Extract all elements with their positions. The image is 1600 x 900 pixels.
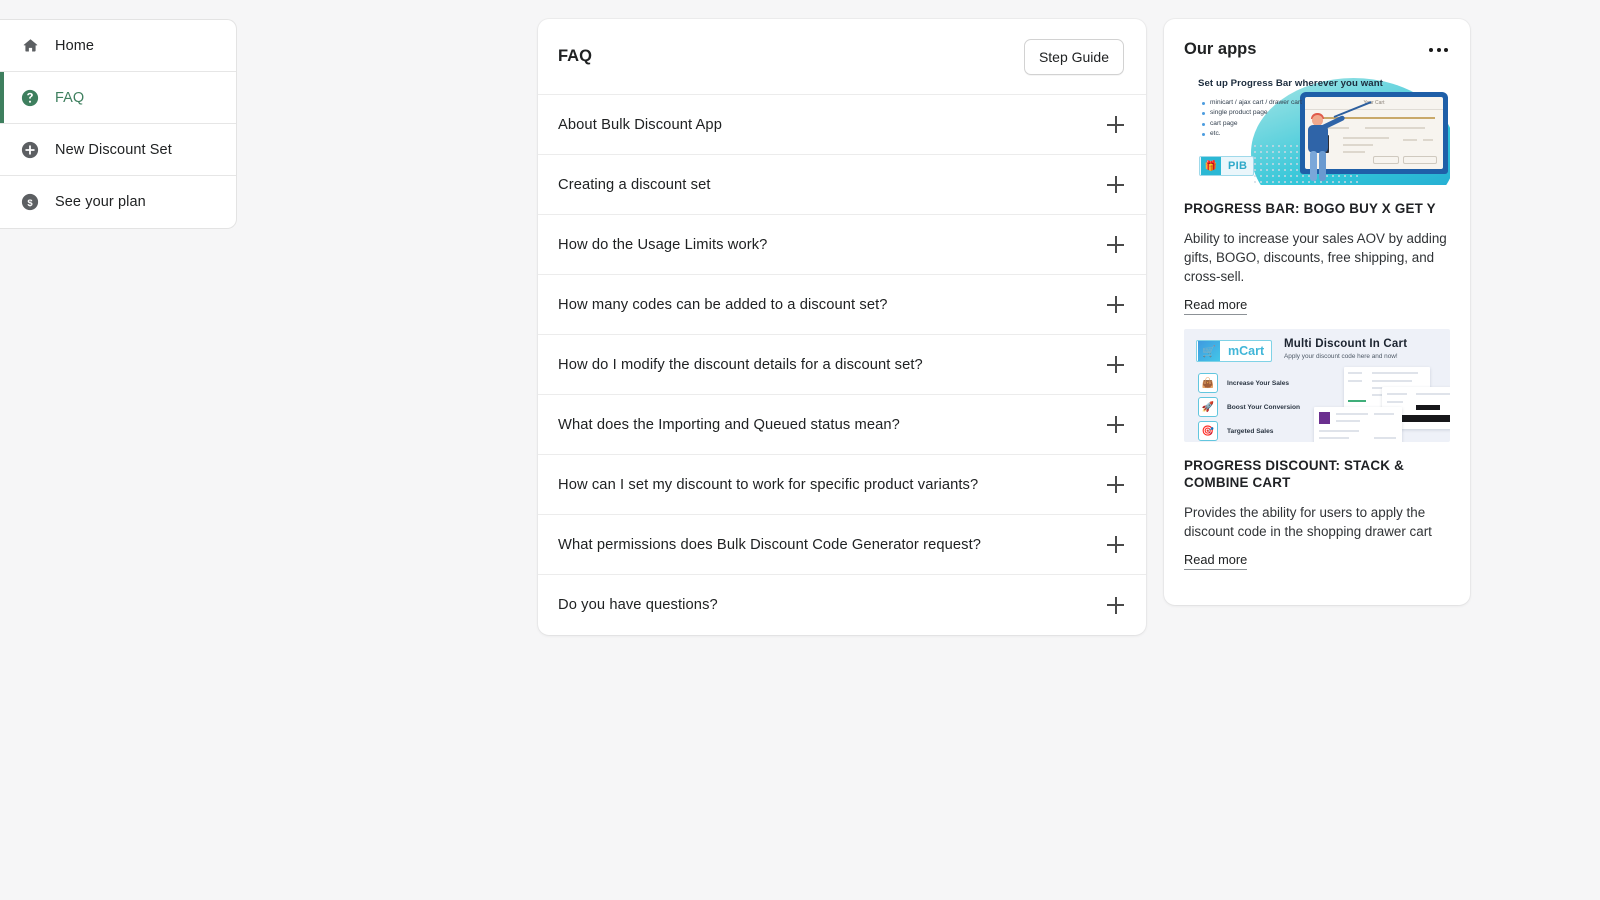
sidebar-item-label: FAQ (55, 90, 84, 106)
sidebar-item-see-your-plan[interactable]: $ See your plan (0, 176, 236, 228)
plus-icon[interactable] (1107, 597, 1124, 614)
cart-icon: 🛒 (1198, 341, 1220, 361)
target-icon: 🎯 (1198, 421, 1218, 441)
active-accent-bar (0, 20, 4, 71)
banner-feature-label: Boost Your Conversion (1227, 404, 1300, 411)
sidebar-item-new-discount-set[interactable]: New Discount Set (0, 124, 236, 176)
faq-accordion-item[interactable]: How many codes can be added to a discoun… (538, 275, 1146, 335)
banner-feature-label: Targeted Sales (1227, 428, 1273, 435)
dot (1429, 48, 1433, 52)
faq-accordion-item[interactable]: How can I set my discount to work for sp… (538, 455, 1146, 515)
ellipsis-horizontal-icon[interactable] (1427, 42, 1450, 58)
banner-bullet: minicart / ajax cart / drawer cart (1202, 98, 1302, 108)
step-guide-button[interactable]: Step Guide (1024, 39, 1124, 75)
plus-icon[interactable] (1107, 476, 1124, 493)
faq-question-label: What permissions does Bulk Discount Code… (558, 537, 981, 553)
home-icon (21, 37, 39, 55)
sidebar-item-label: New Discount Set (55, 142, 172, 158)
active-accent-bar (0, 176, 4, 228)
plus-icon[interactable] (1107, 536, 1124, 553)
laptop-screen-label: Your Cart (1305, 97, 1443, 110)
sidebar-item-faq[interactable]: FAQ (0, 72, 236, 124)
faq-card-header: FAQ Step Guide (538, 19, 1146, 95)
faq-question-label: Do you have questions? (558, 597, 718, 613)
banner-heading: Multi Discount In Cart (1284, 338, 1407, 350)
banner-bullet-list: minicart / ajax cart / drawer cart singl… (1202, 98, 1302, 140)
document-mockup (1314, 407, 1402, 442)
app-item-progress-discount: 🛒 mCart Multi Discount In Cart Apply you… (1164, 329, 1470, 570)
banner-bullet: etc. (1202, 129, 1302, 139)
sidebar-item-home[interactable]: Home (0, 20, 236, 72)
banner-bullet: single product page (1202, 108, 1302, 118)
app-title: PROGRESS BAR: BOGO BUY X GET Y (1184, 200, 1450, 217)
faq-question-label: How do the Usage Limits work? (558, 237, 767, 253)
banner-bullet: cart page (1202, 119, 1302, 129)
read-more-link[interactable]: Read more (1184, 552, 1247, 570)
faq-question-label: About Bulk Discount App (558, 117, 722, 133)
question-circle-icon (21, 89, 39, 107)
dollar-circle-icon: $ (21, 193, 39, 211)
app-description: Provides the ability for users to apply … (1184, 503, 1450, 541)
faq-question-label: How do I modify the discount details for… (558, 357, 923, 373)
sidebar-item-label: Home (55, 38, 94, 54)
app-page: Home FAQ New Discount Set (0, 0, 1600, 900)
dot (1444, 48, 1448, 52)
active-accent-bar (0, 72, 4, 123)
our-apps-card: Our apps Your Cart (1164, 19, 1470, 605)
faq-question-label: How many codes can be added to a discoun… (558, 297, 888, 313)
plus-icon[interactable] (1107, 236, 1124, 253)
faq-card: FAQ Step Guide About Bulk Discount App C… (538, 19, 1146, 635)
dot (1437, 48, 1441, 52)
app-banner-image[interactable]: 🛒 mCart Multi Discount In Cart Apply you… (1184, 329, 1450, 442)
plus-icon[interactable] (1107, 416, 1124, 433)
faq-accordion-item[interactable]: About Bulk Discount App (538, 95, 1146, 155)
gift-icon: 🎁 (1201, 157, 1221, 175)
plus-icon[interactable] (1107, 176, 1124, 193)
pib-badge-label: PIB (1222, 160, 1253, 172)
sidebar-nav: Home FAQ New Discount Set (0, 19, 237, 229)
banner-feature-row: 👜 Increase Your Sales (1198, 373, 1289, 393)
mcart-badge: 🛒 mCart (1196, 340, 1272, 362)
app-banner-image[interactable]: Your Cart (1184, 72, 1450, 185)
page-title: FAQ (558, 47, 592, 66)
plus-circle-icon (21, 141, 39, 159)
app-title: PROGRESS DISCOUNT: STACK & COMBINE CART (1184, 457, 1450, 491)
banner-feature-row: 🎯 Targeted Sales (1198, 421, 1273, 441)
faq-accordion-item[interactable]: Creating a discount set (538, 155, 1146, 215)
person-illustration (1302, 113, 1342, 185)
banner-feature-label: Increase Your Sales (1227, 380, 1289, 387)
faq-question-label: Creating a discount set (558, 177, 711, 193)
faq-accordion-item[interactable]: What permissions does Bulk Discount Code… (538, 515, 1146, 575)
our-apps-header: Our apps (1164, 19, 1470, 59)
banner-heading: Set up Progress Bar wherever you want (1198, 78, 1383, 89)
plus-icon[interactable] (1107, 116, 1124, 133)
banner-feature-row: 🚀 Boost Your Conversion (1198, 397, 1300, 417)
faq-accordion-item[interactable]: How do the Usage Limits work? (538, 215, 1146, 275)
app-item-progress-bar: Your Cart (1164, 72, 1470, 315)
faq-accordion-item[interactable]: How do I modify the discount details for… (538, 335, 1146, 395)
plus-icon[interactable] (1107, 356, 1124, 373)
faq-question-label: How can I set my discount to work for sp… (558, 477, 978, 493)
mcart-badge-label: mCart (1221, 344, 1271, 358)
faq-accordion-item[interactable]: Do you have questions? (538, 575, 1146, 635)
plus-icon[interactable] (1107, 296, 1124, 313)
active-accent-bar (0, 124, 4, 175)
sidebar-item-label: See your plan (55, 194, 146, 210)
pib-badge: 🎁 PIB (1199, 156, 1254, 176)
bag-icon: 👜 (1198, 373, 1218, 393)
faq-question-label: What does the Importing and Queued statu… (558, 417, 900, 433)
svg-text:$: $ (27, 198, 33, 209)
banner-subheading: Apply your discount code here and now! (1284, 353, 1398, 360)
our-apps-title: Our apps (1184, 40, 1256, 59)
rocket-icon: 🚀 (1198, 397, 1218, 417)
app-description: Ability to increase your sales AOV by ad… (1184, 229, 1450, 286)
read-more-link[interactable]: Read more (1184, 297, 1247, 315)
faq-accordion-item[interactable]: What does the Importing and Queued statu… (538, 395, 1146, 455)
